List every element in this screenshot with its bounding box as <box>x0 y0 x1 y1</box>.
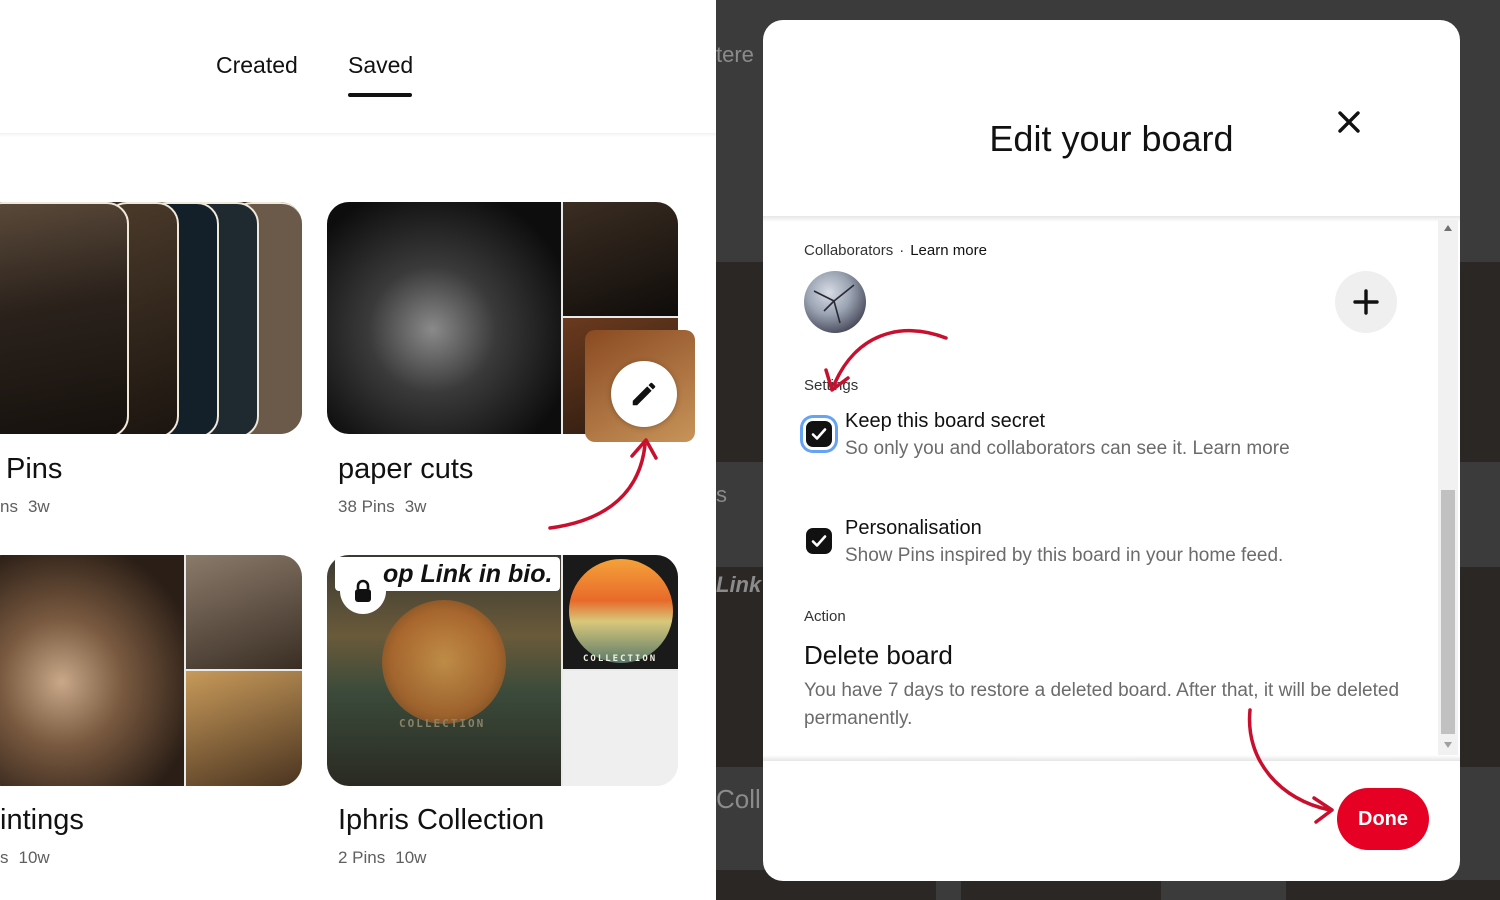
background-text: s <box>716 482 727 507</box>
background-text: tere <box>716 42 754 67</box>
background-image <box>1460 262 1500 462</box>
personalisation-title: Personalisation <box>845 517 982 539</box>
scrollbar-thumb[interactable] <box>1441 490 1455 734</box>
cover-tile <box>0 555 184 786</box>
board-age: 3w <box>27 497 50 516</box>
secret-board-description: So only you and collaborators can see it… <box>845 438 1290 459</box>
edit-board-modal: Edit your board Collaborators · Learn more… <box>763 20 1460 881</box>
personalisation-description: Show Pins inspired by this board in your… <box>845 545 1284 566</box>
tab-saved[interactable]: Saved <box>348 52 413 79</box>
cover-tile: COLLECTION <box>563 555 678 669</box>
cover-caption: COLLECTION <box>399 717 486 730</box>
add-collaborator-button[interactable] <box>1335 271 1397 333</box>
cover-caption: COLLECTION <box>583 654 658 664</box>
background-text: Coll <box>716 784 761 814</box>
collaborator-avatar[interactable] <box>804 271 866 333</box>
plus-icon <box>1353 289 1379 315</box>
action-label: Action <box>804 608 846 625</box>
scroll-down-arrow[interactable] <box>1444 742 1452 748</box>
board-title[interactable]: Pins <box>6 453 62 486</box>
delete-board-button[interactable]: Delete board <box>804 640 953 671</box>
cover-tile <box>0 202 129 434</box>
profile-boards-panel: Created Saved Pins ns 3w paper cuts 38 Pi… <box>0 0 716 900</box>
board-age: 3w <box>404 497 427 516</box>
check-icon <box>811 535 827 547</box>
done-button[interactable]: Done <box>1337 788 1429 850</box>
active-tab-indicator <box>348 93 412 97</box>
modal-header-divider <box>763 216 1460 222</box>
close-icon <box>1338 111 1360 133</box>
cover-tile <box>563 671 678 786</box>
pencil-icon <box>632 382 656 406</box>
cover-sun <box>382 600 506 724</box>
cover-sun <box>569 559 673 663</box>
secret-board-title: Keep this board secret <box>845 410 1046 432</box>
scroll-up-arrow[interactable] <box>1444 225 1452 231</box>
board-meta: s 10w <box>0 848 60 868</box>
avatar-branches <box>813 284 855 324</box>
collaborators-label: Collaborators · Learn more <box>804 242 987 259</box>
cover-tile <box>327 202 561 434</box>
background-image <box>1460 567 1500 767</box>
board-title[interactable]: intings <box>0 804 84 837</box>
secret-board-badge <box>340 568 386 614</box>
board-age: 10w <box>18 848 50 867</box>
check-icon <box>811 428 827 440</box>
personalisation-checkbox[interactable] <box>806 528 832 554</box>
cover-tile <box>186 671 302 786</box>
separator: · <box>899 242 905 259</box>
cover-tile <box>563 202 678 316</box>
board-pin-count: 38 Pins <box>338 497 395 516</box>
background-image <box>961 880 1161 900</box>
delete-board-description: You have 7 days to restore a deleted boa… <box>804 680 1400 729</box>
board-age: 10w <box>395 848 427 867</box>
board-cover-pins[interactable] <box>0 202 302 434</box>
board-title[interactable]: Iphris Collection <box>338 804 544 837</box>
cover-tile <box>186 555 302 669</box>
board-pin-count: s <box>0 848 9 867</box>
board-meta: 2 Pins 10w <box>338 848 436 868</box>
secret-board-checkbox[interactable] <box>806 421 832 447</box>
tab-created[interactable]: Created <box>216 52 298 79</box>
board-meta: 38 Pins 3w <box>338 497 436 517</box>
collaborators-text: Collaborators <box>804 242 894 259</box>
board-title[interactable]: paper cuts <box>338 453 473 486</box>
header-divider <box>0 133 716 137</box>
edit-board-button[interactable] <box>611 361 677 427</box>
board-pin-count: 2 Pins <box>338 848 386 867</box>
board-cover-paintings[interactable] <box>0 555 302 786</box>
collaborators-learn-more-link[interactable]: Learn more <box>910 242 987 259</box>
close-button[interactable] <box>1329 102 1369 142</box>
modal-footer-divider <box>763 755 1460 761</box>
board-meta: ns 3w <box>0 497 60 517</box>
lock-icon <box>355 579 371 602</box>
settings-label: Settings <box>804 377 859 394</box>
background-image <box>1286 880 1500 900</box>
board-pin-count: ns <box>0 497 18 516</box>
